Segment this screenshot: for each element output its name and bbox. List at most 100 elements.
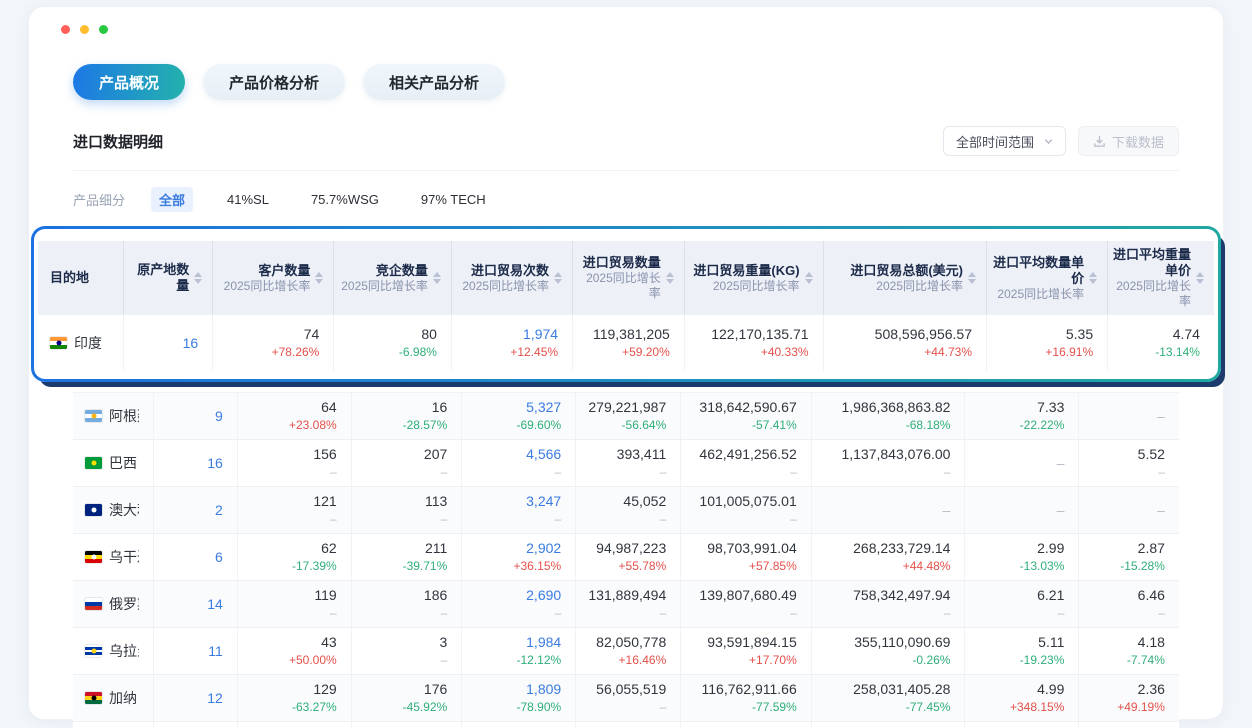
cell-value[interactable]: 4,566 xyxy=(526,445,561,464)
sort-icon[interactable] xyxy=(666,272,674,284)
cell-growth-rate: +36.15% xyxy=(513,558,561,575)
cell-value: 94,987,223 xyxy=(596,539,666,558)
cell-value: 5.11 xyxy=(1038,633,1064,652)
cell-value: 5.52 xyxy=(1138,445,1165,464)
segment-option-757wsg[interactable]: 75.7%WSG xyxy=(303,189,387,210)
empty-value-dash: – xyxy=(1057,454,1065,473)
segment-option-41sl[interactable]: 41%SL xyxy=(219,189,277,210)
cell-value[interactable]: 1,984 xyxy=(526,633,561,652)
metric-cell: 758,342,497.94– xyxy=(812,581,966,627)
column-title: 进口贸易重量(KG) xyxy=(693,263,799,279)
country-flag-icon xyxy=(85,457,102,469)
time-range-select[interactable]: 全部时间范围 xyxy=(943,126,1066,156)
cell-value[interactable]: 16 xyxy=(207,454,223,473)
cell-growth-rate: +16.91% xyxy=(1045,344,1093,361)
cell-growth-rate: -13.14% xyxy=(1155,344,1200,361)
cell-value[interactable]: 1,974 xyxy=(523,325,558,344)
cell-growth-rate: +59.20% xyxy=(622,344,670,361)
cell-growth-rate: – xyxy=(944,605,951,622)
cell-value[interactable]: 2,902 xyxy=(526,539,561,558)
country-name: 澳大利亚 xyxy=(109,500,139,520)
column-header[interactable]: 客户数量2025同比增长率 xyxy=(213,241,334,315)
metric-cell: 211-39.71% xyxy=(352,534,463,580)
table-row[interactable]: 澳大利亚2121–113–3,247–45,052–101,005,075.01… xyxy=(73,487,1179,534)
metric-cell: 94,987,223+55.78% xyxy=(576,534,681,580)
cell-growth-rate: -13.03% xyxy=(1020,558,1065,575)
column-title: 目的地 xyxy=(50,270,89,286)
column-title: 进口贸易数量 xyxy=(577,255,661,271)
metric-cell: – xyxy=(965,487,1079,533)
sort-icon[interactable] xyxy=(805,272,813,284)
cell-value: 207 xyxy=(424,445,447,464)
sort-icon[interactable] xyxy=(554,272,562,284)
metric-cell: 4,566– xyxy=(462,440,576,486)
segment-option-97tech[interactable]: 97% TECH xyxy=(413,189,494,210)
download-data-button[interactable]: 下载数据 xyxy=(1078,126,1179,156)
column-header[interactable]: 进口贸易次数2025同比增长率 xyxy=(452,241,573,315)
cell-value[interactable]: 11 xyxy=(208,642,223,661)
sort-icon[interactable] xyxy=(433,272,441,284)
cell-value[interactable]: 2 xyxy=(215,501,223,520)
sort-icon[interactable] xyxy=(968,272,976,284)
cell-value[interactable]: 16 xyxy=(183,334,199,353)
sort-icon[interactable] xyxy=(194,272,202,284)
column-title: 原产地数量 xyxy=(128,262,189,294)
cell-value[interactable]: 3,247 xyxy=(526,492,561,511)
cell-value: 129 xyxy=(313,680,336,699)
segment-option-all[interactable]: 全部 xyxy=(151,187,193,212)
country-flag-icon xyxy=(85,410,102,422)
column-header[interactable]: 进口贸易重量(KG)2025同比增长率 xyxy=(685,241,824,315)
column-header[interactable]: 竞企数量2025同比增长率 xyxy=(334,241,452,315)
tab-related-products[interactable]: 相关产品分析 xyxy=(363,64,505,100)
table-row[interactable]: 阿根廷964+23.08%16-28.57%5,327-69.60%279,22… xyxy=(73,393,1179,440)
table-row[interactable]: 俄罗斯14119–186–2,690–131,889,494–139,807,6… xyxy=(73,581,1179,628)
tab-price-analysis[interactable]: 产品价格分析 xyxy=(203,64,345,100)
maximize-button[interactable] xyxy=(99,25,108,34)
cell-value[interactable]: 14 xyxy=(207,595,223,614)
table-row[interactable]: 乌拉圭1143+50.00%3–1,984-12.12%82,050,778+1… xyxy=(73,628,1179,675)
tab-product-overview[interactable]: 产品概况 xyxy=(73,64,185,100)
sort-icon[interactable] xyxy=(315,272,323,284)
sort-asc-caret xyxy=(968,272,976,277)
cell-growth-rate: -68.18% xyxy=(906,417,951,434)
close-button[interactable] xyxy=(61,25,70,34)
cell-growth-rate: -15.28% xyxy=(1120,558,1165,575)
minimize-button[interactable] xyxy=(80,25,89,34)
table-row[interactable]: 哈萨克斯坦16231-48.05%166-38.27%1,886-48.14%3… xyxy=(73,722,1179,728)
cell-value: 121 xyxy=(313,492,336,511)
destination-cell: 俄罗斯 xyxy=(73,581,154,627)
cell-value[interactable]: 5,327 xyxy=(526,398,561,417)
column-header[interactable]: 原产地数量 xyxy=(124,241,213,315)
column-header[interactable]: 进口贸易数量2025同比增长率 xyxy=(573,241,685,315)
cell-growth-rate: – xyxy=(330,464,337,481)
cell-value[interactable]: 2,690 xyxy=(526,586,561,605)
column-header-text: 进口贸易次数2025同比增长率 xyxy=(462,263,549,294)
country-name: 乌干达 xyxy=(109,547,139,567)
cell-value: 3 xyxy=(439,633,447,652)
import-data-table-body: 阿根廷964+23.08%16-28.57%5,327-69.60%279,22… xyxy=(73,392,1179,728)
cell-growth-rate: +17.70% xyxy=(749,652,797,669)
cell-value: 101,005,075.01 xyxy=(699,492,796,511)
column-header-text: 进口贸易数量2025同比增长率 xyxy=(577,255,661,301)
table-row[interactable]: 加纳12129-63.27%176-45.92%1,809-78.90%56,0… xyxy=(73,675,1179,722)
cell-value[interactable]: 6 xyxy=(215,548,223,567)
column-growth-sub-label: 2025同比增长率 xyxy=(693,279,799,294)
column-header[interactable]: 进口平均重量单价2025同比增长率 xyxy=(1108,241,1214,315)
metric-cell: 116,762,911.66-77.59% xyxy=(681,675,812,721)
cell-value[interactable]: 1,809 xyxy=(526,680,561,699)
cell-value[interactable]: 12 xyxy=(207,689,223,708)
column-growth-sub-label: 2025同比增长率 xyxy=(341,279,428,294)
sort-icon[interactable] xyxy=(1089,272,1097,284)
table-row[interactable]: 巴西16156–207–4,566–393,411–462,491,256.52… xyxy=(73,440,1179,487)
table-row[interactable]: 乌干达662-17.39%211-39.71%2,902+36.15%94,98… xyxy=(73,534,1179,581)
country-name: 俄罗斯 xyxy=(109,594,139,614)
sort-icon[interactable] xyxy=(1196,272,1204,284)
column-header[interactable]: 进口平均数量单价2025同比增长率 xyxy=(987,241,1108,315)
metric-cell: 45,052– xyxy=(576,487,681,533)
cell-value[interactable]: 9 xyxy=(215,407,223,426)
column-header[interactable]: 进口贸易总额(美元)2025同比增长率 xyxy=(824,241,987,315)
cell-value: 268,233,729.14 xyxy=(853,539,950,558)
metric-cell: 2,902+36.15% xyxy=(462,534,576,580)
cell-value: 45,052 xyxy=(623,492,666,511)
table-row[interactable]: 印度1674+78.26%80-6.98%1,974+12.45%119,381… xyxy=(38,315,1214,371)
